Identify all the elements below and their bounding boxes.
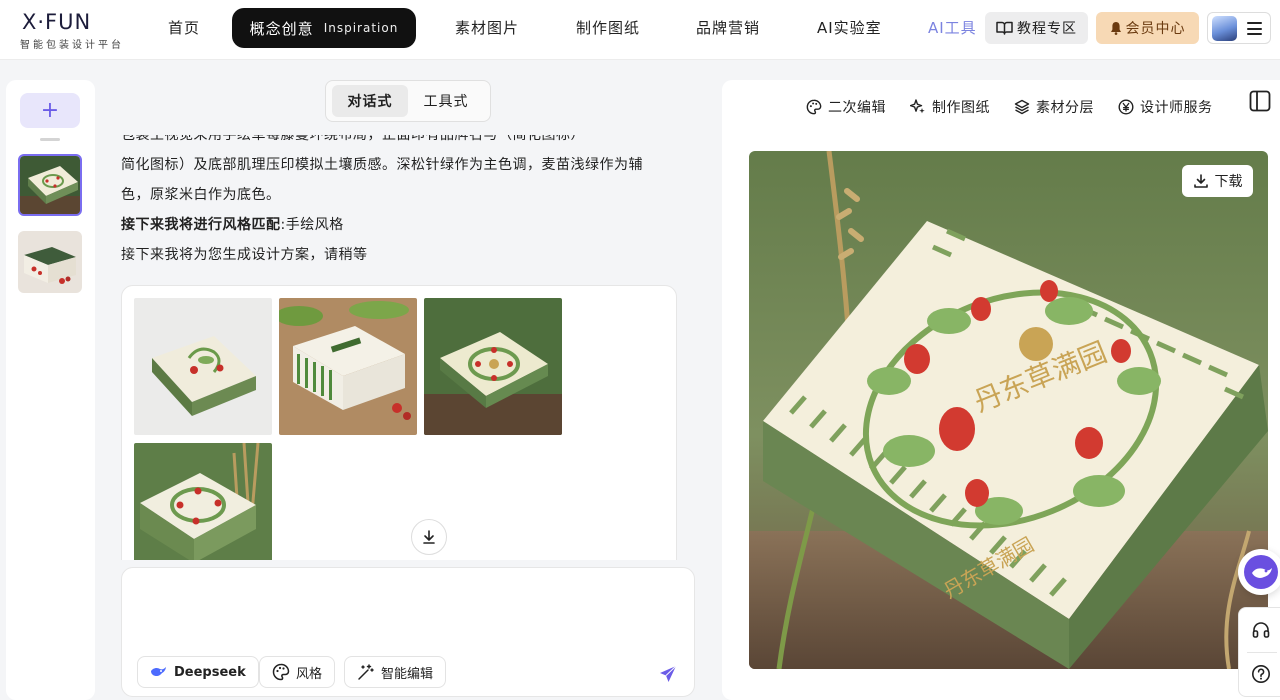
model-selector-deepseek[interactable]: Deepseek <box>137 656 259 688</box>
nav-ai-lab[interactable]: AI实验室 <box>817 17 882 38</box>
message-line-partial: 包装主视觉采用手绘草莓藤蔓环绕布局，正面印有品牌名与（简化图标） <box>121 127 585 143</box>
generated-image-2[interactable] <box>279 298 417 435</box>
sidebar-toggle-icon[interactable] <box>1249 90 1271 112</box>
generated-image-3[interactable] <box>424 298 562 435</box>
preview-panel: 二次编辑 制作图纸 素材分层 设计师服务 丹东草满园 丹东草满园 下载 <box>722 80 1280 700</box>
message-line: 接下来我将为您生成设计方案，请稍等 <box>121 247 368 263</box>
logo[interactable]: X·FUN 智能包装设计平台 <box>20 10 124 51</box>
message-line: 接下来我将进行风格匹配:手绘风格 <box>121 210 681 240</box>
preview-main-image[interactable]: 丹东草满园 丹东草满园 下载 <box>749 151 1268 669</box>
tutorial-button[interactable]: 教程专区 <box>985 12 1088 44</box>
material-layers-button[interactable]: 素材分层 <box>1014 97 1094 117</box>
headset-icon[interactable] <box>1251 620 1271 640</box>
avatar[interactable] <box>1212 16 1237 41</box>
top-navigation-bar: X·FUN 智能包装设计平台 首页 概念创意 Inspiration 素材图片 … <box>0 0 1280 60</box>
nav-inspiration-active[interactable]: 概念创意 Inspiration <box>232 8 416 48</box>
magic-wand-icon <box>358 664 374 680</box>
smart-edit-button[interactable]: 智能编辑 <box>344 656 447 688</box>
message-line: 简化图标）及底部肌理压印模拟土壤质感。深松针绿作为主色调，麦苗浅绿作为辅 <box>121 157 643 173</box>
nav-inspiration-sublabel: Inspiration <box>323 21 399 35</box>
nav-ai-tools[interactable]: AI工具 <box>928 17 977 38</box>
download-button[interactable]: 下载 <box>1182 165 1253 197</box>
new-chat-button[interactable]: + <box>20 93 80 128</box>
message-bold-text: 接下来我将进行风格匹配 <box>121 217 281 233</box>
user-menu[interactable] <box>1207 12 1271 44</box>
material-layers-label: 素材分层 <box>1036 100 1094 116</box>
vip-label: 会员中心 <box>1125 21 1186 37</box>
tutorial-label: 教程专区 <box>1017 21 1077 37</box>
mode-switch: 对话式 工具式 <box>325 80 491 122</box>
prompt-input-box[interactable]: Deepseek 风格 智能编辑 <box>121 567 695 697</box>
deepseek-whale-icon <box>151 667 166 677</box>
smart-edit-label: 智能编辑 <box>381 666 434 682</box>
style-label: 风格 <box>296 666 323 682</box>
yuan-circle-icon <box>1118 99 1134 115</box>
palette-icon <box>806 99 822 115</box>
download-all-button[interactable] <box>411 519 447 555</box>
secondary-edit-label: 二次编辑 <box>828 100 886 116</box>
designer-service-button[interactable]: 设计师服务 <box>1118 97 1213 117</box>
make-drawing-button[interactable]: 制作图纸 <box>910 97 990 117</box>
history-sidebar: + <box>6 80 95 700</box>
nav-drawings[interactable]: 制作图纸 <box>576 17 640 38</box>
sparkle-icon <box>910 99 925 114</box>
layers-icon <box>1014 99 1030 115</box>
vip-center-button[interactable]: 会员中心 <box>1096 12 1199 44</box>
menu-icon[interactable] <box>1247 22 1262 35</box>
nav-home[interactable]: 首页 <box>168 17 200 38</box>
make-drawing-label: 制作图纸 <box>932 100 990 116</box>
nav-inspiration-label: 概念创意 <box>249 19 314 38</box>
help-icon[interactable] <box>1251 664 1271 684</box>
history-thumb-2[interactable] <box>18 231 82 293</box>
style-button[interactable]: 风格 <box>259 656 336 688</box>
ai-assistant-button[interactable] <box>1238 549 1280 595</box>
history-thumb-1[interactable] <box>18 154 82 216</box>
floating-support-panel <box>1238 607 1280 697</box>
message-style-text: :手绘风格 <box>280 217 344 233</box>
secondary-edit-button[interactable]: 二次编辑 <box>806 97 886 117</box>
tab-tool-mode[interactable]: 工具式 <box>408 85 484 117</box>
message-line: 色，原浆米白作为底色。 <box>121 187 281 203</box>
book-icon <box>996 21 1013 35</box>
download-icon <box>423 530 435 544</box>
logo-wordmark: X·FUN <box>22 10 92 34</box>
generated-images-card <box>121 285 677 560</box>
divider <box>1247 652 1277 653</box>
generated-image-4[interactable] <box>134 443 272 560</box>
designer-service-label: 设计师服务 <box>1140 100 1213 116</box>
send-icon[interactable] <box>658 664 678 684</box>
generated-image-1[interactable] <box>134 298 272 435</box>
download-label: 下载 <box>1214 174 1243 190</box>
chat-panel: 对话式 工具式 包装主视觉采用手绘草莓藤蔓环绕布局，正面印有品牌名与（简化图标）… <box>100 80 710 560</box>
scroll-indicator <box>40 138 60 141</box>
assistant-icon <box>1244 555 1278 589</box>
bell-icon <box>1110 22 1121 35</box>
download-icon <box>1193 174 1208 188</box>
nav-materials[interactable]: 素材图片 <box>455 17 519 38</box>
palette-icon <box>272 663 290 681</box>
tab-dialog-mode[interactable]: 对话式 <box>332 85 408 117</box>
nav-brand-marketing[interactable]: 品牌营销 <box>696 17 760 38</box>
model-label: Deepseek <box>174 664 246 680</box>
logo-tagline: 智能包装设计平台 <box>20 40 124 51</box>
